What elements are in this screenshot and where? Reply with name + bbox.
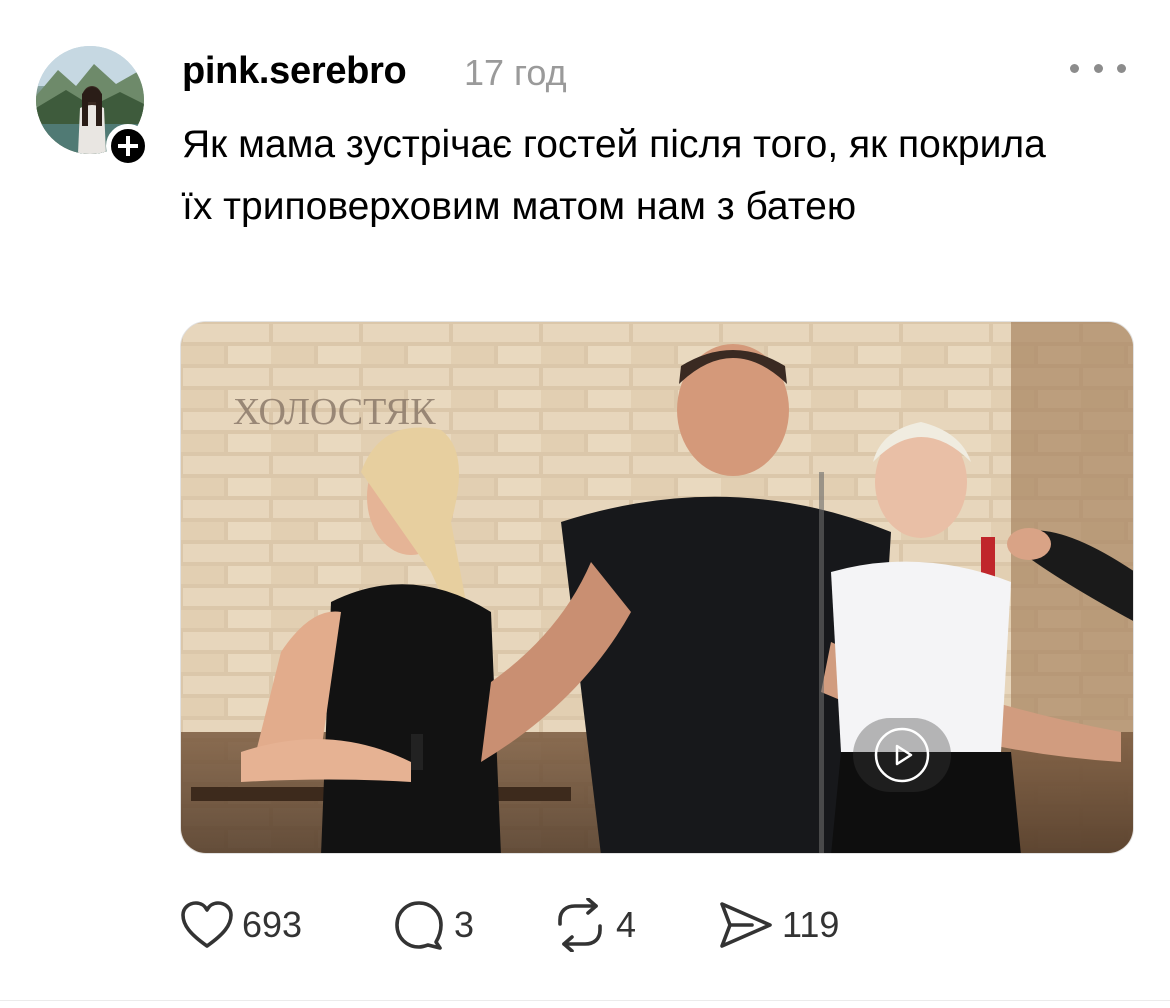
post-caption: Як мама зустрічає гостей після того, як …: [182, 123, 1046, 228]
comment-icon: [395, 901, 443, 950]
divider: [0, 1000, 1170, 1001]
watermark-text: ХОЛОСТЯК: [233, 391, 436, 433]
video-thumbnail[interactable]: ХОЛОСТЯК: [180, 321, 1134, 854]
like-count: 693: [242, 904, 303, 945]
repost-button[interactable]: 4: [552, 895, 636, 955]
repost-icon: [558, 898, 602, 952]
avatar-container[interactable]: [36, 46, 150, 168]
comment-button[interactable]: 3: [392, 895, 474, 955]
share-count: 119: [782, 904, 840, 945]
follow-button[interactable]: [106, 124, 150, 168]
more-icon: [1070, 63, 1079, 73]
username[interactable]: pink.serebro: [182, 50, 407, 93]
action-bar: 693 3 4 119: [180, 895, 880, 955]
play-icon: [874, 727, 930, 783]
play-button[interactable]: [853, 718, 951, 792]
repost-count: 4: [616, 904, 637, 945]
share-button[interactable]: 119: [718, 895, 839, 955]
share-icon: [720, 902, 772, 948]
heart-icon: [181, 901, 233, 948]
like-button[interactable]: 693: [180, 895, 302, 955]
follow-plus-icon: [118, 136, 138, 156]
comment-count: 3: [454, 904, 475, 945]
thread-post: pink.serebro 17 год Як мама зустрічає го…: [0, 0, 1170, 1008]
more-button[interactable]: [1070, 56, 1126, 80]
video-frame: ХОЛОСТЯК: [181, 322, 1133, 853]
post-time: 17 год: [464, 52, 567, 93]
